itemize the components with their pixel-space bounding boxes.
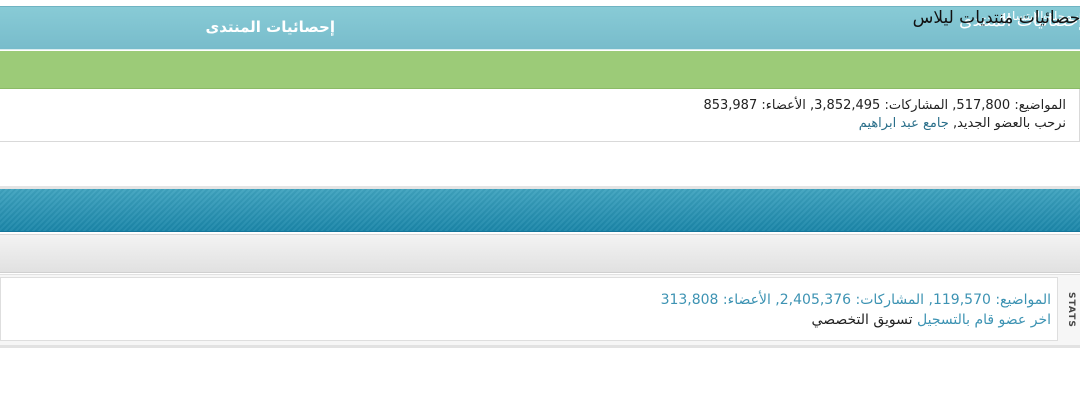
welcome-line: نرحب بالعضو الجديد, جامع عبد ابراهيم (859, 116, 1066, 131)
last-member-line: اخر عضو قام بالتسجيل تسويق التخصصي (812, 312, 1051, 328)
forum-stats-body-2 (0, 277, 1058, 341)
forum-stats-subheader-1 (0, 51, 1080, 89)
last-member-name[interactable]: تسويق التخصصي (812, 312, 913, 328)
newest-member-link[interactable]: جامع عبد ابراهيم (859, 116, 949, 131)
forum-stats-counts-1: المواضيع: 517,800, المشاركات: 3,852,495,… (703, 98, 1066, 113)
welcome-prefix: نرحب بالعضو الجديد, (948, 116, 1066, 131)
stats-icon-label: STATS (1066, 292, 1076, 328)
stats-icon: STATS (1062, 280, 1080, 340)
forum-stats-title-1: إحصائيات المنتدى (205, 18, 335, 36)
forum-stats-counts-2: المواضيع: 119,570, المشاركات: 2,405,376,… (660, 292, 1051, 308)
forum-stats-subtitle-2: إحصائيات منتديات ليلاس (912, 8, 1080, 28)
forum-stats-header-2 (0, 189, 1080, 232)
forum-stats-subheader-2 (0, 234, 1080, 273)
last-member-label: اخر عضو قام بالتسجيل (917, 312, 1051, 328)
